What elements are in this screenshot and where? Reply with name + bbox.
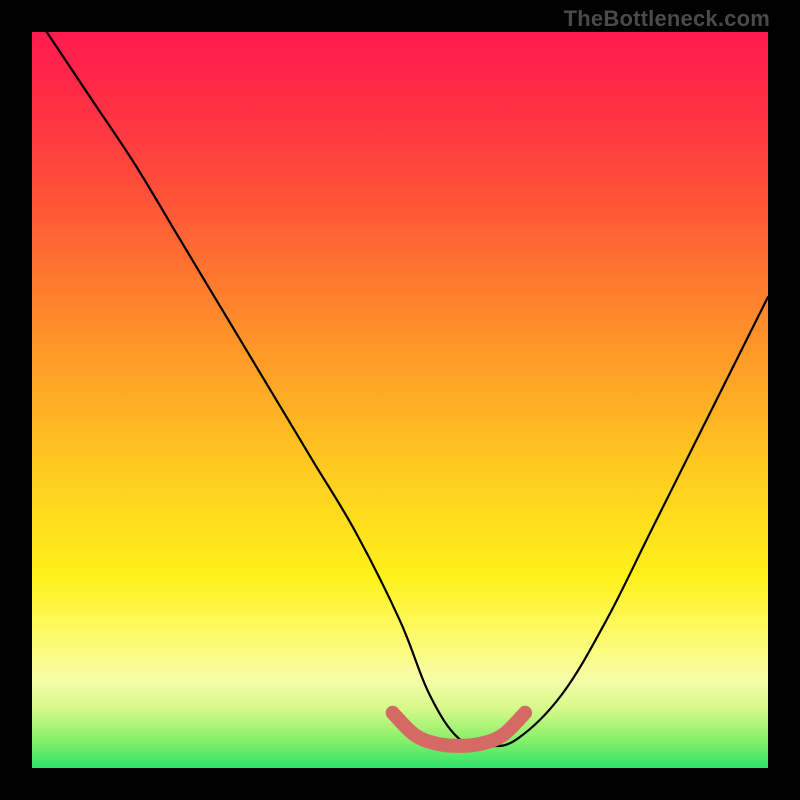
watermark-text: TheBottleneck.com bbox=[564, 6, 770, 32]
bump-layer bbox=[32, 32, 768, 768]
chart-frame: TheBottleneck.com bbox=[0, 0, 800, 800]
bottom-bump bbox=[393, 713, 525, 746]
plot-area bbox=[32, 32, 768, 768]
